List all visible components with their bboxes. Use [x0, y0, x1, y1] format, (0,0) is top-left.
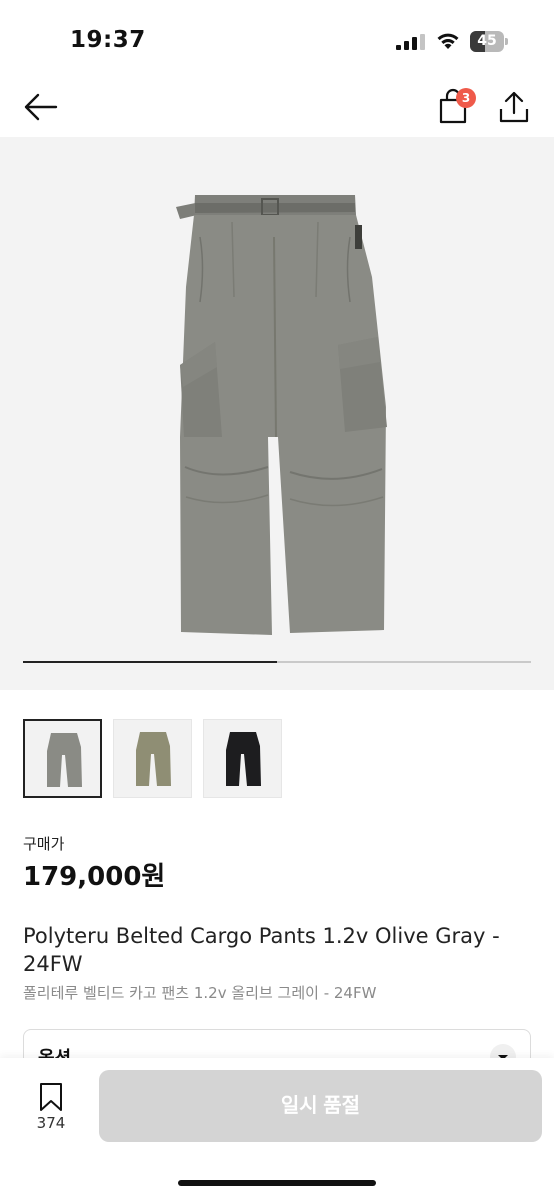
wifi-icon: [437, 33, 459, 49]
home-indicator: [178, 1180, 376, 1186]
carousel-progress-track: [23, 661, 531, 663]
thumbnail-pants-image: [47, 733, 82, 787]
price-value: 179,000원: [23, 862, 166, 892]
product-subtitle-korean: 폴리테루 벨티드 카고 팬츠 1.2v 올리브 그레이 - 24FW: [23, 984, 377, 1002]
wishlist-count: 374: [36, 1114, 66, 1132]
status-bar: 19:37 45: [0, 0, 554, 76]
back-arrow-icon[interactable]: [20, 90, 60, 124]
bookmark-icon: [40, 1083, 62, 1111]
thumbnail-pants-image: [226, 732, 261, 786]
thumbnail-olive[interactable]: [113, 719, 192, 798]
status-time: 19:37: [70, 27, 146, 53]
battery-level: 45: [477, 33, 497, 49]
price-label: 구매가: [23, 835, 65, 853]
sold-out-button[interactable]: 일시 품절: [99, 1070, 542, 1142]
product-image-cargo-pants: [176, 195, 387, 635]
product-title: Polyteru Belted Cargo Pants 1.2v Olive G…: [23, 924, 500, 976]
wishlist-button[interactable]: 374: [28, 1080, 74, 1140]
cellular-signal-icon: [396, 34, 425, 50]
carousel-progress-indicator: [23, 661, 277, 663]
thumbnail-olive-gray[interactable]: [23, 719, 102, 798]
thumbnail-black[interactable]: [203, 719, 282, 798]
share-icon[interactable]: [497, 89, 531, 125]
cart-button[interactable]: 3: [436, 86, 480, 126]
battery-icon: 45: [470, 31, 508, 52]
color-thumbnails: [23, 719, 323, 799]
thumbnail-pants-image: [136, 732, 171, 786]
top-nav: 3: [0, 76, 554, 136]
product-image-carousel[interactable]: [0, 137, 554, 690]
cart-count-badge: 3: [456, 88, 476, 108]
bottom-action-bar: 374 일시 품절: [0, 1058, 554, 1200]
